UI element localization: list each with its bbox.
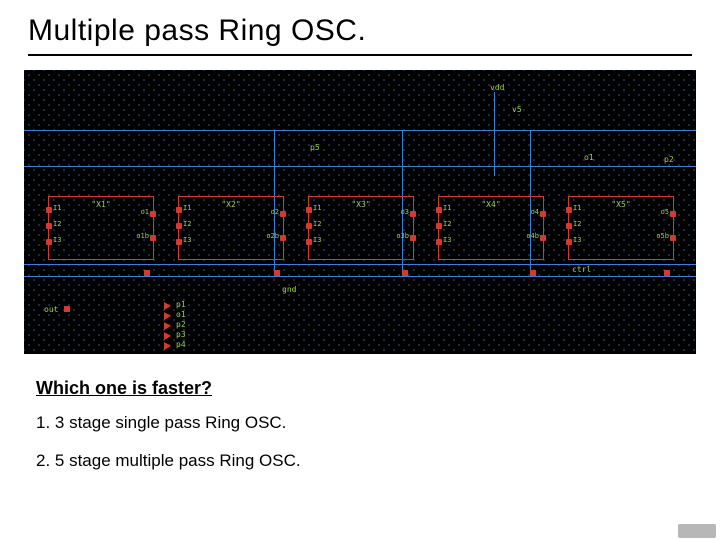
out-port-label: out	[44, 306, 58, 314]
port-triangle-icon	[164, 322, 171, 330]
net-p2: p2	[664, 156, 674, 164]
schematic-canvas: vdd v5 p5 o1 p2 ctrl gnd "X1" I1 I2 I3 o…	[24, 70, 696, 354]
pin	[176, 239, 182, 245]
pin-label: o2b	[266, 233, 279, 240]
pin-label: o3b	[396, 233, 409, 240]
pin-label: o4b	[526, 233, 539, 240]
pin-label: o4	[531, 209, 539, 216]
port-triangle-icon	[164, 302, 171, 310]
net-o1: o1	[584, 154, 594, 162]
rail-vdd	[24, 130, 696, 131]
pin-label: I2	[183, 221, 191, 228]
stage-x3: "X3" I1 I2 I3 o3 o3b	[308, 196, 414, 260]
stage-name: "X3"	[351, 201, 370, 209]
stage-name: "X4"	[481, 201, 500, 209]
pin-label: I3	[183, 237, 191, 244]
stage-x4: "X4" I1 I2 I3 o4 o4b	[438, 196, 544, 260]
rail-gnd-2	[24, 276, 696, 277]
vbus-vdd-drop	[494, 92, 495, 176]
tap	[274, 270, 280, 276]
pin	[306, 223, 312, 229]
pin-label: o2	[271, 209, 279, 216]
out-port-marker	[64, 306, 70, 312]
port-label: p1	[176, 301, 186, 309]
pin	[670, 235, 676, 241]
pin-label: o5	[661, 209, 669, 216]
pin-label: I1	[313, 205, 321, 212]
title-underline	[28, 54, 692, 56]
net-ctrl: ctrl	[572, 266, 591, 274]
pin	[436, 207, 442, 213]
slide-title: Multiple pass Ring OSC.	[0, 0, 720, 54]
net-gnd: gnd	[282, 286, 296, 294]
port-triangle-icon	[164, 312, 171, 320]
pin	[566, 239, 572, 245]
pin-label: I1	[183, 205, 191, 212]
tap	[664, 270, 670, 276]
rail-feedback	[24, 166, 696, 167]
port-label: p2	[176, 321, 186, 329]
pin	[176, 223, 182, 229]
pin-label: I3	[443, 237, 451, 244]
pin	[436, 223, 442, 229]
pin-label: I2	[313, 221, 321, 228]
pin	[566, 207, 572, 213]
pin-label: o3	[401, 209, 409, 216]
pin-label: I3	[573, 237, 581, 244]
port-label: p3	[176, 331, 186, 339]
rail-gnd	[24, 264, 696, 265]
stage-x5: "X5" I1 I2 I3 o5 o5b	[568, 196, 674, 260]
port-triangle-icon	[164, 342, 171, 350]
pin	[150, 235, 156, 241]
stage-name: "X2"	[221, 201, 240, 209]
stage-x1: "X1" I1 I2 I3 o1 o1b	[48, 196, 154, 260]
pin-label: I2	[53, 221, 61, 228]
pin	[46, 239, 52, 245]
pin	[280, 235, 286, 241]
pin	[46, 207, 52, 213]
net-p5: p5	[310, 144, 320, 152]
pin-label: o1b	[136, 233, 149, 240]
net-v5: v5	[512, 106, 522, 114]
pin	[176, 207, 182, 213]
stage-x2: "X2" I1 I2 I3 o2 o2b	[178, 196, 284, 260]
pin	[280, 211, 286, 217]
pin	[566, 223, 572, 229]
pin	[670, 211, 676, 217]
pin	[436, 239, 442, 245]
pin	[540, 235, 546, 241]
pin-label: o5b	[656, 233, 669, 240]
pin-label: o1	[141, 209, 149, 216]
net-vdd: vdd	[490, 84, 504, 92]
pin	[410, 235, 416, 241]
pin	[306, 239, 312, 245]
tap	[402, 270, 408, 276]
pin-label: I2	[443, 221, 451, 228]
option-1: 1. 3 stage single pass Ring OSC.	[36, 413, 720, 433]
port-label: p4	[176, 341, 186, 349]
tap	[530, 270, 536, 276]
pin	[306, 207, 312, 213]
option-2: 2. 5 stage multiple pass Ring OSC.	[36, 451, 720, 471]
pin	[150, 211, 156, 217]
tap	[144, 270, 150, 276]
stage-name: "X1"	[91, 201, 110, 209]
pin-label: I3	[313, 237, 321, 244]
pin-label: I2	[573, 221, 581, 228]
port-label: o1	[176, 311, 186, 319]
stage-name: "X5"	[611, 201, 630, 209]
pin-label: I1	[53, 205, 61, 212]
pin	[410, 211, 416, 217]
pin	[46, 223, 52, 229]
port-triangle-icon	[164, 332, 171, 340]
pin-label: I3	[53, 237, 61, 244]
pin	[540, 211, 546, 217]
question-text: Which one is faster?	[36, 378, 720, 399]
footer-watermark	[678, 524, 716, 538]
pin-label: I1	[573, 205, 581, 212]
pin-label: I1	[443, 205, 451, 212]
